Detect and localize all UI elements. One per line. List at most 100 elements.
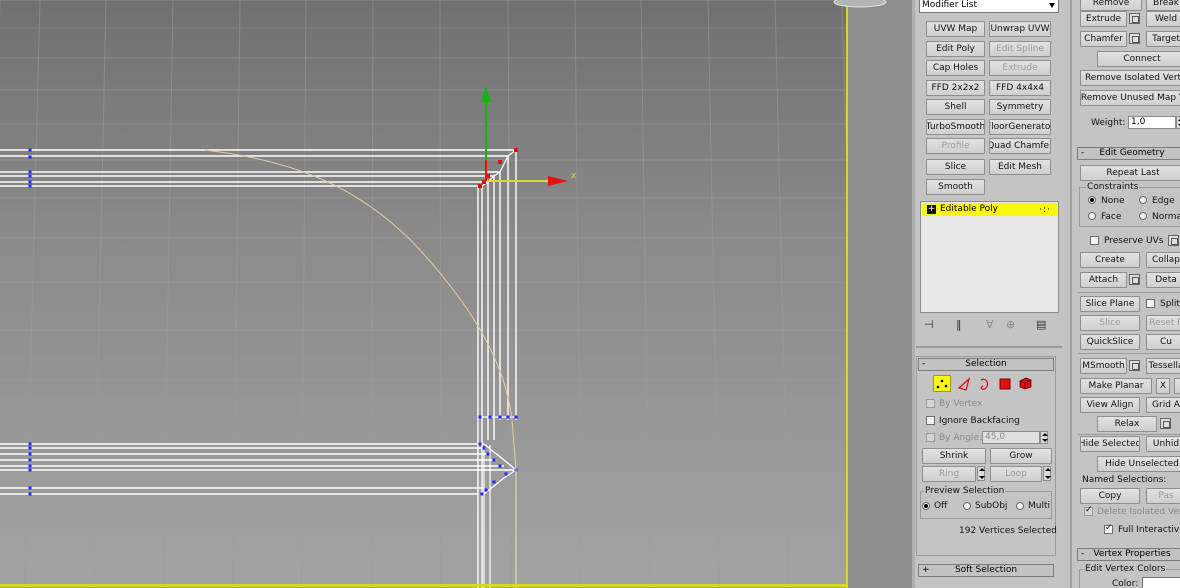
hide-selected-button[interactable]: Hide Selected bbox=[1080, 436, 1140, 452]
remove-modifier-icon[interactable]: ⊕ bbox=[1006, 318, 1015, 331]
delete-isolated-checkbox[interactable] bbox=[1084, 505, 1093, 516]
constraint-normal-radio[interactable] bbox=[1139, 212, 1147, 220]
modifier-button-floorgenerator[interactable]: FloorGenerator bbox=[989, 119, 1051, 135]
tessellate-button[interactable]: Tessella bbox=[1146, 358, 1180, 374]
chamfer-button[interactable]: Chamfer bbox=[1080, 31, 1127, 47]
element-icon[interactable] bbox=[1016, 375, 1034, 392]
weight-spinner[interactable]: 1,0 bbox=[1128, 116, 1176, 129]
attach-list-icon[interactable] bbox=[1129, 274, 1140, 285]
loop-button[interactable]: Loop bbox=[990, 466, 1042, 482]
extrude-button[interactable]: Extrude bbox=[1080, 11, 1127, 27]
stack-item-editable-poly[interactable]: + Editable Poly ·:· bbox=[922, 203, 1057, 216]
remove-unused-map-verts-button[interactable]: Remove Unused Map V bbox=[1080, 90, 1180, 106]
configure-sets-icon[interactable]: ▤ bbox=[1036, 318, 1046, 331]
modifier-button-cap-holes[interactable]: Cap Holes bbox=[926, 60, 985, 76]
modifier-button-shell[interactable]: Shell bbox=[926, 99, 985, 115]
paste-selection-button[interactable]: Pas bbox=[1146, 488, 1180, 504]
modifier-button-turbosmooth[interactable]: TurboSmooth bbox=[926, 119, 985, 135]
collapse-button[interactable]: Collap bbox=[1146, 252, 1180, 268]
soft-selection-rollout-header[interactable]: + Soft Selection bbox=[918, 564, 1054, 577]
modifier-button-slice[interactable]: Slice bbox=[926, 159, 985, 175]
constraint-edge-radio[interactable] bbox=[1139, 196, 1147, 204]
weld-button[interactable]: Weld bbox=[1146, 11, 1180, 27]
create-button[interactable]: Create bbox=[1080, 252, 1140, 268]
loop-spinner-icon[interactable] bbox=[1043, 466, 1051, 481]
preview-off-radio[interactable] bbox=[922, 502, 930, 510]
modifier-button-edit-poly[interactable]: Edit Poly bbox=[926, 41, 985, 57]
grow-button[interactable]: Grow bbox=[990, 448, 1052, 464]
modifier-button-uvw-map[interactable]: UVW Map bbox=[926, 21, 985, 37]
make-unique-icon[interactable]: ∀ bbox=[986, 318, 994, 331]
slice-button[interactable]: Slice bbox=[1080, 315, 1140, 331]
connect-button[interactable]: Connect bbox=[1097, 51, 1180, 67]
copy-selection-button[interactable]: Copy bbox=[1080, 488, 1140, 504]
modifier-button-edit-spline[interactable]: Edit Spline bbox=[989, 41, 1051, 57]
viewport-canvas[interactable]: x bbox=[0, 0, 912, 588]
view-align-button[interactable]: View Align bbox=[1080, 397, 1140, 413]
modifier-button-unwrap-uvw[interactable]: Unwrap UVW bbox=[989, 21, 1051, 37]
relax-settings-icon[interactable] bbox=[1160, 418, 1171, 429]
by-vertex-checkbox[interactable] bbox=[926, 399, 935, 408]
modifier-button-profile[interactable]: Profile bbox=[926, 138, 985, 154]
msmooth-button[interactable]: MSmooth bbox=[1080, 358, 1127, 374]
unhide-all-button[interactable]: Unhid bbox=[1146, 436, 1180, 452]
vertex-icon[interactable] bbox=[933, 375, 951, 392]
constraint-none-radio[interactable] bbox=[1088, 196, 1096, 204]
make-planar-button[interactable]: Make Planar bbox=[1080, 378, 1152, 394]
by-angle-spinner[interactable]: 45,0 bbox=[982, 431, 1040, 444]
extrude-settings-icon[interactable] bbox=[1129, 13, 1140, 24]
grid-align-button[interactable]: Grid A bbox=[1146, 397, 1180, 413]
shrink-button[interactable]: Shrink bbox=[922, 448, 986, 464]
cut-button[interactable]: Cu bbox=[1146, 334, 1180, 350]
reset-plane-button[interactable]: Reset P bbox=[1146, 315, 1180, 331]
hide-unselected-button[interactable]: Hide Unselected bbox=[1097, 456, 1180, 472]
chevron-down-icon[interactable] bbox=[1049, 3, 1055, 8]
quickslice-button[interactable]: QuickSlice bbox=[1080, 334, 1140, 350]
polygon-icon[interactable] bbox=[996, 375, 1014, 392]
modifier-list-dropdown[interactable]: Modifier List bbox=[919, 0, 1059, 13]
relax-button[interactable]: Relax bbox=[1097, 416, 1157, 432]
break-button[interactable]: Break bbox=[1146, 0, 1180, 11]
preserve-uvs-checkbox[interactable] bbox=[1090, 236, 1099, 245]
remove-button[interactable]: Remove bbox=[1080, 0, 1142, 11]
slice-plane-button[interactable]: Slice Plane bbox=[1080, 296, 1140, 312]
edge-icon[interactable] bbox=[955, 375, 973, 392]
ring-spinner-icon[interactable] bbox=[977, 466, 985, 481]
modifier-button-edit-mesh[interactable]: Edit Mesh bbox=[989, 159, 1051, 175]
vertex-properties-rollout-header[interactable]: - Vertex Properties bbox=[1077, 548, 1180, 561]
modifier-button-ffd-4x4x4[interactable]: FFD 4x4x4 bbox=[989, 80, 1051, 96]
spinner-arrows-icon[interactable] bbox=[1040, 431, 1048, 444]
split-checkbox[interactable] bbox=[1146, 299, 1155, 308]
pin-stack-icon[interactable]: ⊣ bbox=[924, 318, 934, 331]
preview-multi-radio[interactable] bbox=[1016, 502, 1024, 510]
constraint-face-radio[interactable] bbox=[1088, 212, 1096, 220]
modifier-button-symmetry[interactable]: Symmetry bbox=[989, 99, 1051, 115]
msmooth-settings-icon[interactable] bbox=[1129, 360, 1140, 371]
modifier-button-ffd-2x2x2[interactable]: FFD 2x2x2 bbox=[926, 80, 985, 96]
remove-isolated-vertices-button[interactable]: Remove Isolated Vert bbox=[1080, 70, 1180, 86]
show-end-result-icon[interactable]: ‖ bbox=[956, 318, 962, 331]
modifier-button-quad-chamfer[interactable]: Quad Chamfer bbox=[989, 138, 1051, 154]
modifier-stack[interactable]: + Editable Poly ·:· bbox=[920, 201, 1059, 313]
ignore-backfacing-checkbox[interactable] bbox=[926, 416, 935, 425]
attach-button[interactable]: Attach bbox=[1080, 272, 1127, 288]
viewport-perspective[interactable]: x bbox=[0, 0, 912, 588]
ring-button[interactable]: Ring bbox=[922, 466, 976, 482]
planar-y-button[interactable] bbox=[1174, 378, 1180, 394]
vertex-color-swatch[interactable] bbox=[1142, 577, 1180, 588]
modifier-button-extrude[interactable]: Extrude bbox=[989, 60, 1051, 76]
planar-x-button[interactable]: X bbox=[1156, 378, 1170, 394]
edit-geometry-rollout-header[interactable]: - Edit Geometry bbox=[1077, 147, 1180, 160]
preview-subobj-radio[interactable] bbox=[963, 502, 971, 510]
weight-spinner-arrows-icon[interactable] bbox=[1176, 116, 1180, 129]
expand-icon[interactable]: + bbox=[927, 205, 936, 214]
detach-button[interactable]: Deta bbox=[1146, 272, 1180, 288]
repeat-last-button[interactable]: Repeat Last bbox=[1080, 165, 1180, 181]
target-weld-button[interactable]: Target bbox=[1146, 31, 1180, 47]
by-angle-checkbox[interactable] bbox=[926, 433, 935, 442]
border-icon[interactable] bbox=[975, 375, 993, 392]
full-interactivity-checkbox[interactable] bbox=[1104, 523, 1113, 534]
modifier-button-smooth[interactable]: Smooth bbox=[926, 179, 985, 195]
chamfer-settings-icon[interactable] bbox=[1129, 33, 1140, 44]
viewcube-icon[interactable] bbox=[830, 0, 890, 10]
